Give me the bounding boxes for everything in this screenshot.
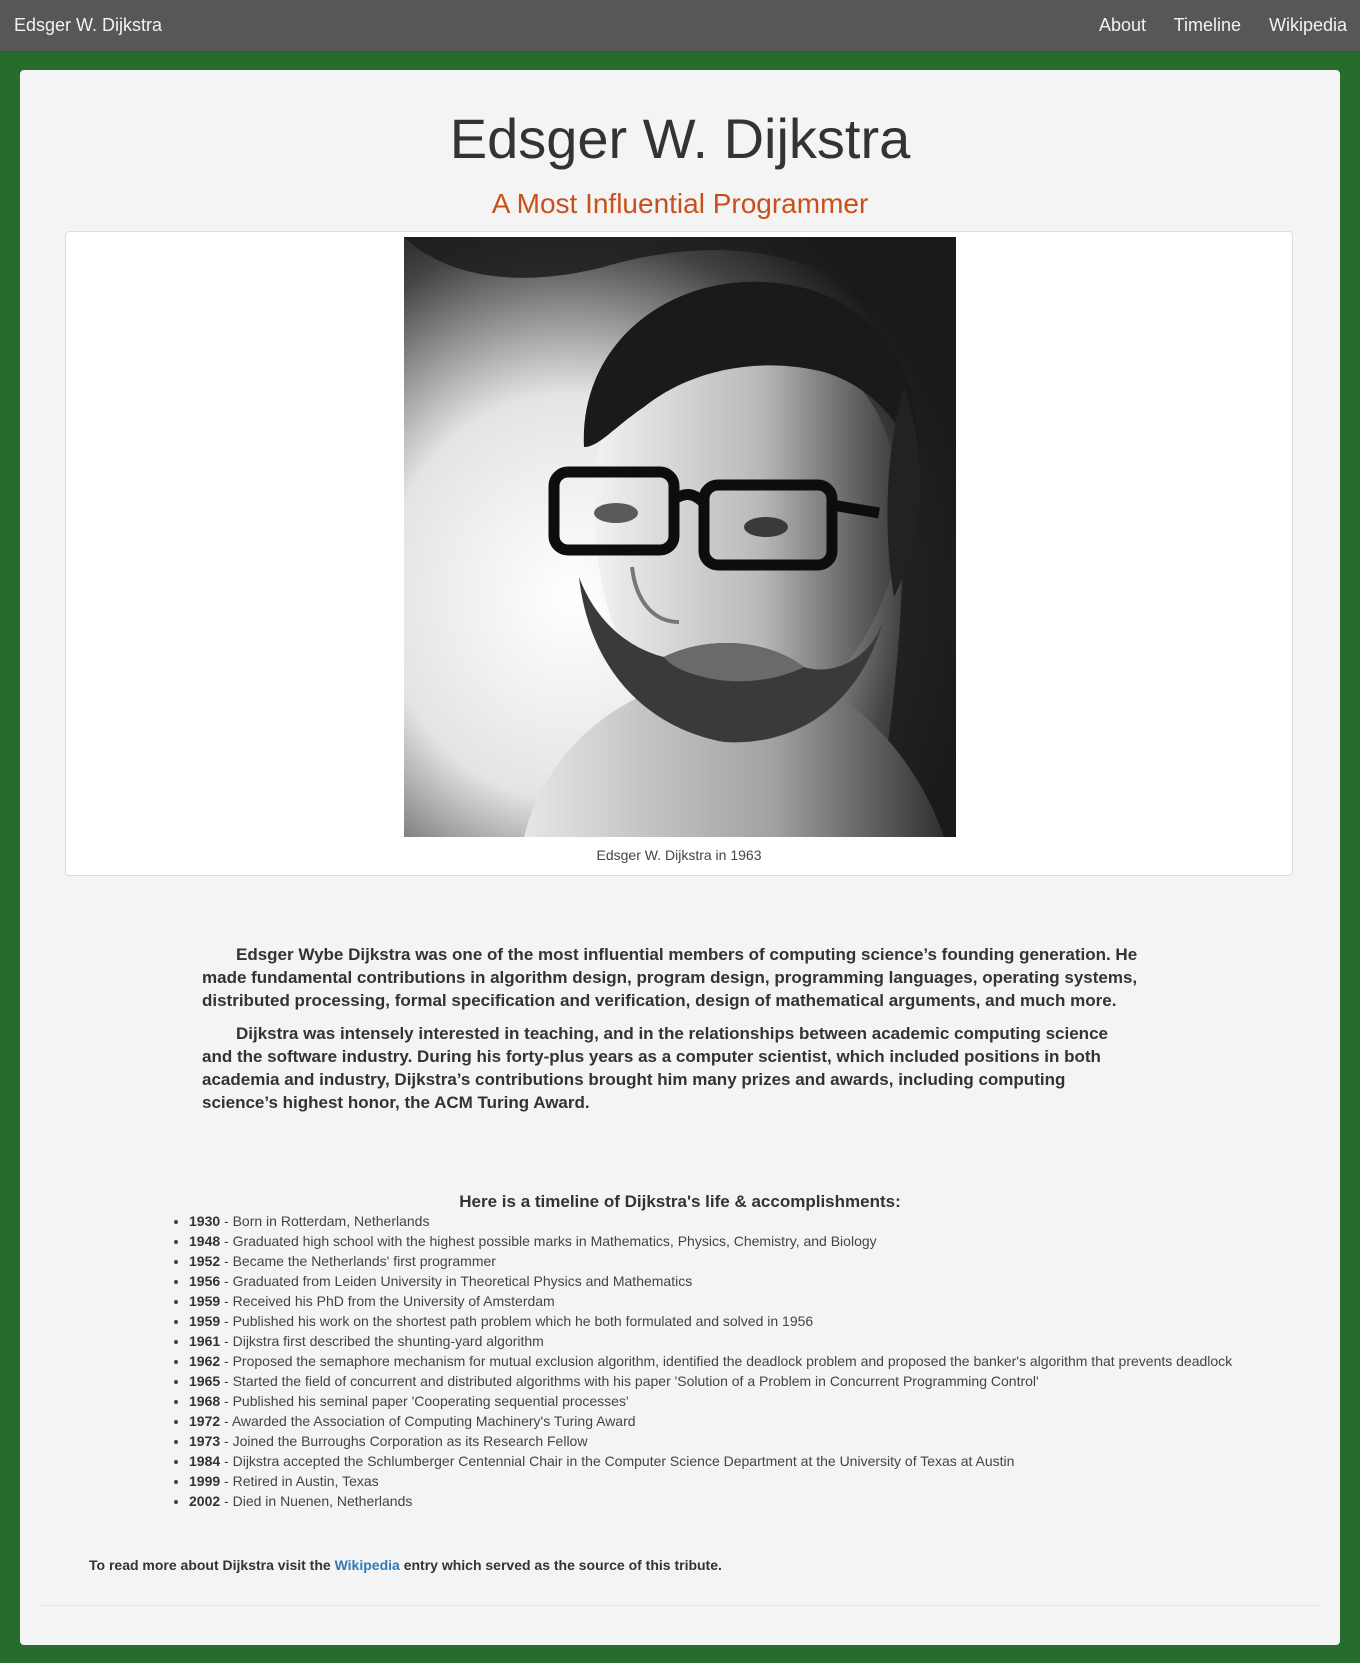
timeline-event: - Born in Rotterdam, Netherlands [220,1213,430,1229]
timeline-year: 1961 [189,1333,221,1349]
timeline-item: 1956 - Graduated from Leiden University … [189,1271,1259,1291]
timeline-item: 1952 - Became the Netherlands' first pro… [189,1251,1259,1271]
page-title: Edsger W. Dijkstra [449,107,911,170]
timeline-event: - Retired in Austin, Texas [220,1473,379,1489]
footer-text-before: To read more about Dijkstra visit the [89,1557,335,1573]
timeline-year: 1973 [189,1433,221,1449]
timeline-event: - Graduated from Leiden University in Th… [220,1273,693,1289]
timeline-item: 1959 - Received his PhD from the Univers… [189,1291,1259,1311]
portrait-photo [404,237,956,837]
timeline-item: 1965 - Started the field of concurrent a… [189,1371,1259,1391]
footer-note: To read more about Dijkstra visit the Wi… [89,1557,722,1573]
timeline-year: 1984 [189,1453,221,1469]
timeline-list: 1930 - Born in Rotterdam, Netherlands194… [158,1211,1259,1511]
timeline-year: 1956 [189,1273,221,1289]
timeline-event: - Became the Netherlands' first programm… [220,1253,496,1269]
timeline-event: - Graduated high school with the highest… [220,1233,877,1249]
timeline-event: - Published his work on the shortest pat… [220,1313,814,1329]
timeline-year: 1962 [189,1353,221,1369]
timeline-year: 1952 [189,1253,221,1269]
timeline-year: 1972 [189,1413,221,1429]
timeline-event: - Started the field of concurrent and di… [220,1373,1039,1389]
bio-paragraph: Edsger Wybe Dijkstra was one of the most… [202,945,1138,1010]
timeline-item: 2002 - Died in Nuenen, Netherlands [189,1491,1259,1511]
timeline-year: 1930 [189,1213,221,1229]
timeline-item: 1973 - Joined the Burroughs Corporation … [189,1431,1259,1451]
main-panel: Edsger W. Dijkstra A Most Influential Pr… [20,70,1340,1645]
timeline-year: 1959 [189,1293,221,1309]
timeline-item: 1961 - Dijkstra first described the shun… [189,1331,1259,1351]
timeline-event: - Proposed the semaphore mechanism for m… [220,1353,1233,1369]
navbar: Edsger W. Dijkstra About Timeline Wikipe… [0,0,1360,52]
timeline-item: 1962 - Proposed the semaphore mechanism … [189,1351,1259,1371]
nav-link-timeline[interactable]: Timeline [1174,15,1241,36]
timeline-year: 1948 [189,1233,221,1249]
bio-paragraph: Dijkstra was intensely interested in tea… [202,1024,1108,1112]
timeline-event: - Published his seminal paper 'Cooperati… [220,1393,629,1409]
nav-link-about[interactable]: About [1099,15,1146,36]
timeline-heading: Here is a timeline of Dijkstra's life & … [459,1192,901,1211]
timeline-item: 1948 - Graduated high school with the hi… [189,1231,1259,1251]
timeline-item: 1930 - Born in Rotterdam, Netherlands [189,1211,1259,1231]
timeline-event: - Received his PhD from the University o… [220,1293,555,1309]
page-subtitle: A Most Influential Programmer [491,188,869,219]
timeline-year: 1959 [189,1313,221,1329]
nav-link-wikipedia[interactable]: Wikipedia [1269,15,1347,36]
biography: Edsger Wybe Dijkstra was one of the most… [202,943,1142,1124]
timeline-event: - Dijkstra accepted the Schlumberger Cen… [220,1453,1015,1469]
timeline-event: - Awarded the Association of Computing M… [220,1413,636,1429]
timeline-item: 1959 - Published his work on the shortes… [189,1311,1259,1331]
timeline-event: - Died in Nuenen, Netherlands [220,1493,413,1509]
timeline-year: 1965 [189,1373,221,1389]
footer-divider [40,1605,1320,1606]
timeline-year: 2002 [189,1493,221,1509]
wikipedia-link[interactable]: Wikipedia [335,1557,400,1573]
navbar-brand[interactable]: Edsger W. Dijkstra [14,15,162,36]
timeline-item: 1984 - Dijkstra accepted the Schlumberge… [189,1451,1259,1471]
footer-text-after: entry which served as the source of this… [399,1557,722,1573]
timeline-item: 1968 - Published his seminal paper 'Coop… [189,1391,1259,1411]
portrait-figure: Edsger W. Dijkstra in 1963 [65,231,1293,876]
timeline-event: - Dijkstra first described the shunting-… [220,1333,544,1349]
timeline-item: 1999 - Retired in Austin, Texas [189,1471,1259,1491]
timeline-event: - Joined the Burroughs Corporation as it… [220,1433,588,1449]
timeline-item: 1972 - Awarded the Association of Comput… [189,1411,1259,1431]
timeline-year: 1999 [189,1473,221,1489]
portrait-caption: Edsger W. Dijkstra in 1963 [596,847,762,863]
timeline-year: 1968 [189,1393,221,1409]
